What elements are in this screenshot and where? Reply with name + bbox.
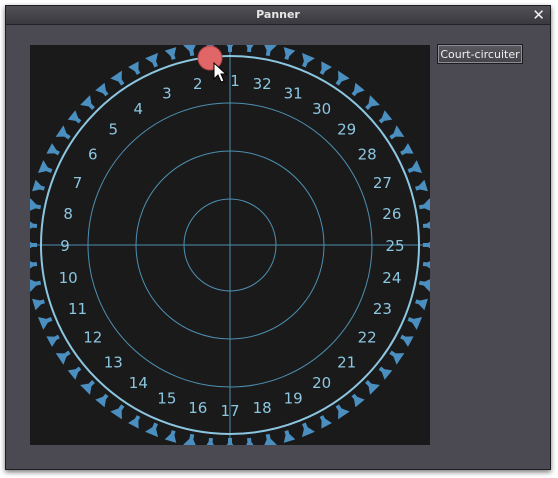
speaker-label: 23 [373,300,392,318]
speaker-label: 5 [109,120,119,138]
speaker-label: 20 [312,374,331,392]
speaker-icon [244,45,257,53]
speaker-icon [67,366,82,380]
speaker-label: 32 [253,75,272,93]
speaker-icon [110,404,125,420]
speaker-icon [183,433,197,445]
speaker-icon [389,350,405,365]
speaker-icon [46,143,60,156]
speaker-icon [422,259,430,272]
speaker-icon [400,334,414,347]
speaker-icon [30,259,38,272]
speaker-label: 27 [373,174,392,192]
speaker-label: 6 [88,145,98,163]
speaker-label: 18 [253,399,272,417]
speaker-icon [164,430,177,443]
speaker-icon [407,160,423,174]
speaker-icon [422,218,430,231]
window-title: Panner [256,8,300,21]
speaker-label: 19 [284,389,303,407]
panner-display[interactable]: 1 2 3 4 5 6 7 8 9 10 11 12 13 14 15 16 17 18 19 20 21 22 23 24 2… [30,45,430,445]
speaker-icon [145,422,159,438]
speaker-label: 1 [230,72,240,90]
speaker-icon [423,238,430,252]
speaker-label: 13 [104,354,123,372]
speaker-icon [335,404,350,420]
speaker-icon [183,45,197,57]
speaker-icon [203,437,216,445]
speaker-label: 17 [220,402,239,420]
speaker-icon [95,393,109,408]
bypass-button[interactable]: Court-circuiter [437,44,523,64]
speaker-icon [418,278,430,292]
speaker-icon [55,350,71,365]
title-bar[interactable]: Panner ✕ [6,6,550,25]
speaker-icon [319,415,332,429]
speaker-icon [30,218,38,231]
speaker-icon [263,45,277,57]
speaker-icon [283,47,296,60]
speaker-label: 15 [157,389,176,407]
speaker-icon [30,238,37,252]
speaker-label: 26 [382,205,401,223]
speaker-icon [335,70,350,86]
speaker-icon [95,82,109,97]
speaker-label: 30 [312,100,331,118]
speaker-icon [110,70,125,86]
speaker-icon [319,61,332,75]
speaker-icon [351,82,365,97]
speaker-label: 8 [63,205,73,223]
speaker-icon [283,430,296,443]
speaker-icon [226,45,234,52]
panner-window: Panner ✕ 1 2 3 4 5 6 7 8 9 10 11 12 13 14 15 16 17 18 19 20… [5,5,551,470]
speaker-icon [30,198,42,212]
speaker-icon [37,316,53,330]
speaker-icon [244,437,257,445]
speaker-label: 7 [73,174,83,192]
speaker-icon [407,316,423,330]
speaker-icon [226,438,234,445]
speaker-icon [67,110,82,124]
speaker-icon [351,393,365,408]
speaker-label: 9 [60,237,70,255]
speaker-icon [30,278,42,292]
speaker-label: 29 [337,120,356,138]
speaker-label: 10 [59,269,78,287]
speaker-icon [418,198,430,212]
speaker-icon [55,125,71,140]
speaker-icon [32,179,45,192]
speaker-label: 11 [68,300,87,318]
speaker-icon [378,110,393,124]
speaker-icon [378,366,393,380]
speaker-icon [46,334,60,347]
speaker-label: 14 [129,374,148,392]
speaker-label: 28 [358,145,377,163]
speaker-label: 31 [284,85,303,103]
speaker-label: 21 [337,354,356,372]
speaker-icon [415,179,428,192]
speaker-icon [400,143,414,156]
speaker-icon [37,160,53,174]
speaker-icon [128,415,141,429]
speaker-icon [301,52,315,68]
speaker-label: 16 [188,399,207,417]
panner-canvas[interactable]: 12345678910111213141516 17 181920212223242… [30,45,430,445]
speaker-label: 2 [193,75,203,93]
speaker-icon [128,61,141,75]
speaker-icon [32,298,45,311]
speaker-icon [415,298,428,311]
speaker-label: 25 [385,237,404,255]
speaker-icon [164,47,177,60]
speaker-label: 4 [134,100,144,118]
speaker-icon [301,422,315,438]
close-icon[interactable]: ✕ [532,6,545,24]
speaker-icon [263,433,277,445]
speaker-icon [145,52,159,68]
mouse-cursor-icon [213,61,228,83]
speaker-label: 12 [83,329,102,347]
speaker-label: 24 [382,269,401,287]
speaker-label: 3 [162,85,172,103]
speaker-icon [389,125,405,140]
speaker-label: 22 [358,329,377,347]
